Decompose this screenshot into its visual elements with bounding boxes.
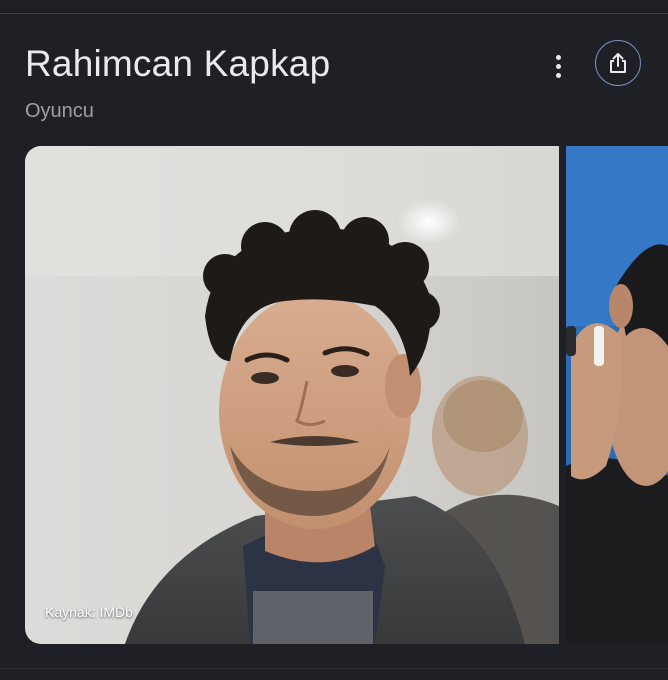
knowledge-panel: Rahimcan Kapkap Oyuncu Kaynak: IMDb (0, 0, 668, 680)
more-vertical-icon-dot (555, 72, 561, 78)
entity-title: Rahimcan Kapkap (25, 43, 331, 84)
second-photo[interactable] (566, 146, 668, 644)
main-photo[interactable] (25, 146, 559, 644)
image-source-caption: Kaynak: IMDb (45, 604, 133, 620)
bottom-divider (0, 668, 668, 669)
top-divider (0, 13, 668, 14)
share-button[interactable] (595, 40, 641, 86)
person-photo (25, 146, 559, 644)
more-vertical-icon-dot (555, 63, 561, 69)
more-vertical-icon (555, 54, 561, 60)
entity-subtitle: Oyuncu (25, 100, 94, 122)
more-options-button[interactable] (543, 51, 573, 81)
person-photo-2 (566, 146, 668, 644)
share-icon (610, 53, 626, 73)
